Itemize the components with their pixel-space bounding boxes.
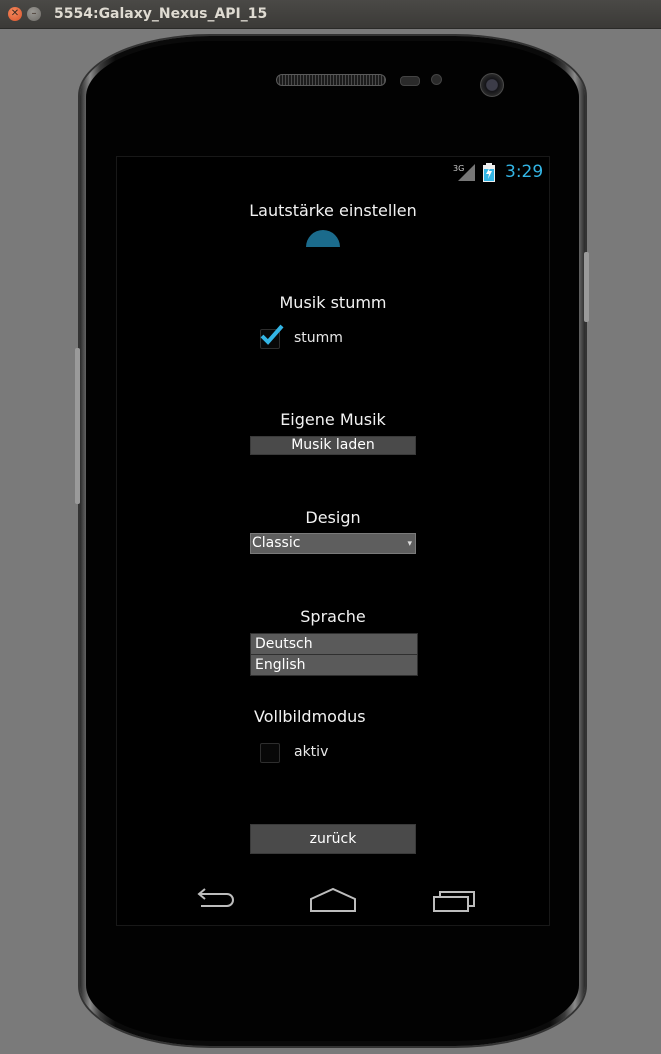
fullscreen-heading: Vollbildmodus [254, 707, 366, 726]
signal-icon: 3G [453, 164, 475, 181]
recent-apps-icon[interactable] [429, 883, 479, 917]
mute-checkbox-label[interactable]: stumm [294, 330, 343, 346]
earpiece-speaker [276, 74, 386, 86]
back-button[interactable]: zurück [250, 824, 416, 854]
phone-volume-button[interactable] [584, 252, 589, 322]
music-heading: Eigene Musik [280, 410, 386, 429]
clock: 3:29 [505, 162, 544, 182]
window-minimize-button[interactable]: – [27, 7, 41, 21]
mute-checkbox[interactable] [260, 324, 284, 349]
light-sensor [431, 74, 442, 85]
proximity-sensor [400, 76, 420, 86]
mute-heading: Musik stumm [279, 293, 387, 312]
volume-heading: Lautstärke einstellen [249, 201, 417, 220]
status-bar: 3G 3:29 [117, 157, 549, 187]
navigation-bar [117, 877, 549, 925]
window-close-button[interactable]: ✕ [8, 7, 22, 21]
window-title: 5554:Galaxy_Nexus_API_15 [54, 6, 268, 22]
design-select[interactable]: Classic ▾ [250, 533, 416, 554]
language-list: Deutsch English [250, 633, 418, 676]
dropdown-arrow-icon: ▾ [407, 539, 412, 549]
battery-icon [483, 163, 495, 182]
language-option-english[interactable]: English [251, 655, 417, 675]
front-camera [480, 73, 504, 97]
design-select-value: Classic [252, 535, 301, 551]
fullscreen-checkbox-label[interactable]: aktiv [294, 744, 328, 760]
phone-power-button[interactable] [75, 348, 80, 504]
back-icon[interactable] [187, 883, 237, 917]
network-type-label: 3G [453, 164, 464, 173]
language-option-deutsch[interactable]: Deutsch [251, 634, 417, 655]
home-icon[interactable] [308, 883, 358, 917]
language-heading: Sprache [300, 607, 366, 626]
volume-spinner[interactable] [306, 230, 340, 247]
window-titlebar: ✕ – 5554:Galaxy_Nexus_API_15 [0, 0, 661, 29]
design-heading: Design [305, 508, 361, 527]
checkmark-icon [260, 324, 284, 345]
fullscreen-checkbox[interactable] [260, 743, 280, 763]
device-screen: 3G 3:29 Lautstärke einstellen Musik stum… [116, 156, 550, 926]
load-music-button[interactable]: Musik laden [250, 436, 416, 455]
